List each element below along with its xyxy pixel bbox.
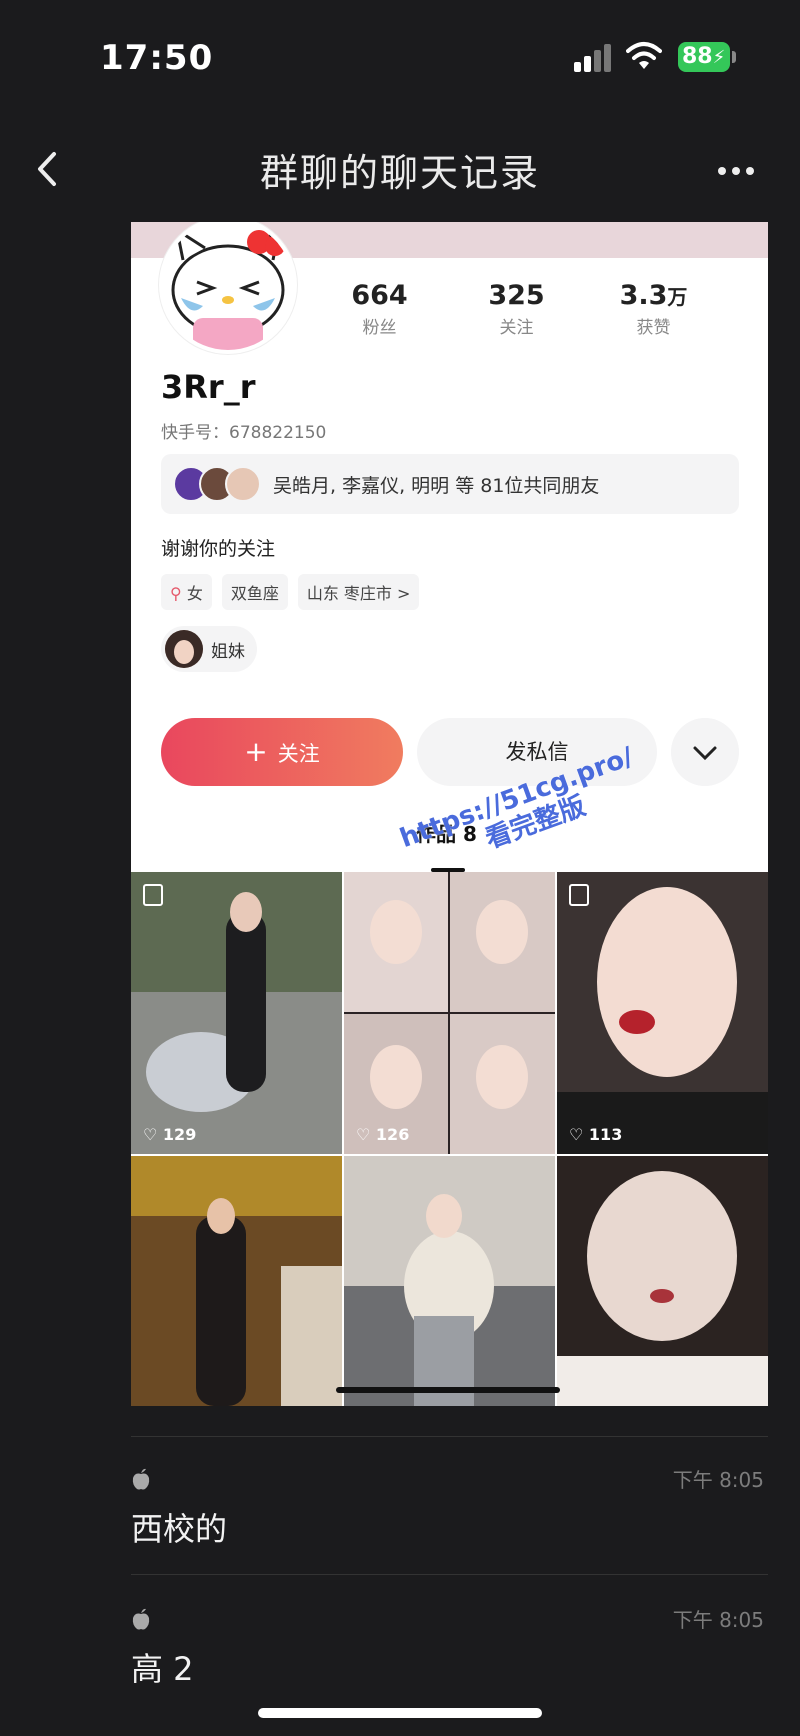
tag-gender-label: 女 xyxy=(186,584,203,603)
home-indicator[interactable] xyxy=(258,1708,542,1718)
screenshot-home-indicator xyxy=(336,1387,560,1393)
apple-icon xyxy=(132,1608,150,1630)
post-likes: ♡ 113 xyxy=(569,1125,623,1144)
stat-fans[interactable]: 664 粉丝 xyxy=(311,280,448,338)
message-divider xyxy=(131,1574,768,1575)
relation-avatar xyxy=(165,630,203,668)
stat-following-label: 关注 xyxy=(499,318,534,338)
chevron-down-icon[interactable] xyxy=(671,718,739,786)
battery-tip xyxy=(732,51,736,63)
signal-icon xyxy=(574,44,614,72)
message-text[interactable]: 西校的 xyxy=(131,1504,227,1550)
wifi-icon xyxy=(626,42,662,69)
stat-likes-value: 3.3 xyxy=(619,280,668,311)
tag-zodiac: 双鱼座 xyxy=(221,574,288,610)
female-icon: ⚲ xyxy=(170,584,187,603)
nav-bar: 群聊的聊天记录 xyxy=(0,120,800,220)
kitty-avatar-icon xyxy=(163,222,293,350)
profile-avatar xyxy=(159,222,297,354)
post-likes-count: 129 xyxy=(162,1125,197,1144)
page-title: 群聊的聊天记录 xyxy=(259,151,540,195)
battery-indicator: 88⚡ xyxy=(678,42,730,72)
profile-stats: 664 粉丝 325 关注 3.3万 获赞 xyxy=(311,280,751,338)
profile-username: 3Rr_r xyxy=(161,368,256,406)
image-icon xyxy=(143,884,163,906)
post-thumbnail[interactable]: ♡ 129 xyxy=(131,872,342,1154)
post-likes: ♡ 129 xyxy=(143,1125,197,1144)
profile-id: 快手号：678822150 xyxy=(161,423,327,443)
tag-gender: ⚲ 女 xyxy=(161,574,212,610)
status-bar: 17:50 88⚡ xyxy=(0,0,800,120)
message-time: 下午 8:05 xyxy=(672,1608,764,1632)
follow-label: 关注 xyxy=(277,742,320,766)
mutual-friends-text: 吴皓月, 李嘉仪, 明明 等 81位共同朋友 xyxy=(273,475,600,497)
apple-icon xyxy=(132,1468,150,1490)
message-time: 下午 8:05 xyxy=(672,1468,764,1492)
mutual-friends-bar[interactable]: 吴皓月, 李嘉仪, 明明 等 81位共同朋友 xyxy=(161,454,739,514)
stat-following[interactable]: 325 关注 xyxy=(448,280,585,338)
tag-location[interactable]: 山东 枣庄市 > xyxy=(297,574,420,610)
post-thumbnail[interactable] xyxy=(557,1156,768,1406)
stat-likes-unit: 万 xyxy=(667,285,688,309)
image-icon xyxy=(569,884,589,906)
stat-following-value: 325 xyxy=(488,280,545,311)
follow-button[interactable]: + 关注 xyxy=(161,718,403,786)
post-likes-count: 113 xyxy=(588,1125,623,1144)
post-likes: ♡ 126 xyxy=(356,1125,410,1144)
plus-icon: + xyxy=(244,735,268,768)
profile-screenshot[interactable]: 664 粉丝 325 关注 3.3万 获赞 3Rr_r 快手号：67882215… xyxy=(131,222,768,1406)
more-options-icon[interactable] xyxy=(718,160,764,180)
message-text[interactable]: 高 2 xyxy=(131,1644,194,1690)
post-thumbnail[interactable] xyxy=(131,1156,342,1406)
stat-fans-label: 粉丝 xyxy=(362,318,397,338)
post-likes-count: 126 xyxy=(375,1125,410,1144)
post-thumbnail[interactable]: ♡ 113 xyxy=(557,872,768,1154)
stat-likes-label: 获赞 xyxy=(636,318,671,338)
message-divider xyxy=(131,1436,768,1437)
status-time: 17:50 xyxy=(100,38,214,78)
profile-bio: 谢谢你的关注 xyxy=(161,538,276,560)
profile-tags: ⚲ 女 双鱼座 山东 枣庄市 > xyxy=(161,574,420,610)
relation-chip[interactable]: 姐妹 xyxy=(161,626,257,672)
stat-fans-value: 664 xyxy=(351,280,408,311)
stat-likes[interactable]: 3.3万 获赞 xyxy=(585,280,722,338)
post-thumbnail[interactable] xyxy=(344,1156,555,1406)
battery-level: 88 xyxy=(682,44,713,69)
post-grid: ♡ 129 ♡ 126 ♡ 113 xyxy=(131,872,768,1406)
post-thumbnail[interactable]: ♡ 126 xyxy=(344,872,555,1154)
relation-label: 姐妹 xyxy=(211,641,245,662)
mutual-friend-avatars xyxy=(173,466,263,502)
